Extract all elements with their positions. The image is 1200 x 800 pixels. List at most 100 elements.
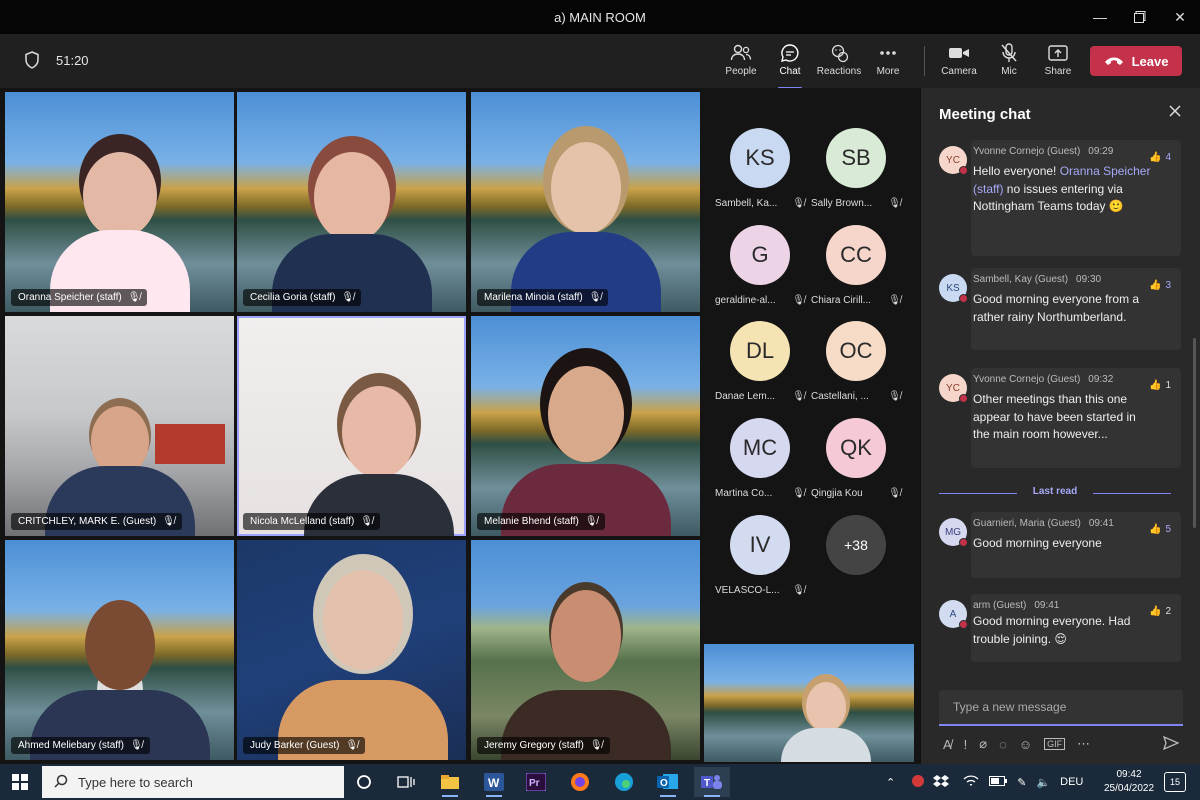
- wifi-icon[interactable]: [963, 774, 979, 790]
- share-label: Share: [1044, 66, 1072, 77]
- cortana-icon[interactable]: [346, 767, 382, 797]
- volume-icon[interactable]: 🔈: [1036, 776, 1050, 789]
- windows-start-icon[interactable]: [12, 774, 28, 795]
- mic-muted-icon: 🎙︎̸: [792, 391, 805, 402]
- roster-participant[interactable]: IV VELASCO-L... 🎙︎̸: [715, 515, 805, 611]
- minimize-icon[interactable]: —: [1080, 0, 1120, 34]
- language-indicator[interactable]: DEU: [1060, 776, 1083, 788]
- camera-button[interactable]: Camera: [931, 42, 987, 84]
- message-compose-box[interactable]: Type a new message: [939, 690, 1183, 726]
- video-tile[interactable]: Judy Barker (Guest) 🎙︎̸: [237, 540, 466, 760]
- roster-participant[interactable]: G geraldine-al... 🎙︎̸: [715, 225, 805, 321]
- chat-button[interactable]: Chat: [762, 42, 818, 89]
- close-icon[interactable]: ✕: [1160, 0, 1200, 34]
- avatar: SB: [826, 128, 886, 188]
- emoji-icon[interactable]: ☺: [1019, 737, 1032, 752]
- participant-name: CRITCHLEY, MARK E. (Guest): [18, 516, 157, 527]
- like-reaction[interactable]: 👍 3: [1149, 280, 1171, 291]
- premiere-icon[interactable]: Pr: [518, 767, 554, 797]
- participant-name: Oranna Speicher (staff): [18, 292, 122, 303]
- attach-icon[interactable]: ⌀: [979, 736, 987, 752]
- self-view[interactable]: [704, 644, 914, 762]
- mic-label: Mic: [1001, 66, 1017, 77]
- roster-participant[interactable]: KS Sambell, Ka... 🎙︎̸: [715, 128, 805, 224]
- svg-text:W: W: [488, 776, 500, 790]
- message-time: 09:32: [1088, 374, 1114, 385]
- taskbar-search[interactable]: Type here to search: [42, 766, 344, 798]
- roster-name: Martina Co...: [715, 488, 773, 499]
- video-tile-speaking[interactable]: Nicola McLelland (staff) 🎙︎̸: [237, 316, 466, 536]
- pen-icon[interactable]: ✎: [1017, 776, 1026, 789]
- task-view-icon[interactable]: [388, 767, 424, 797]
- edge-icon[interactable]: [606, 767, 642, 797]
- video-tile[interactable]: Cecilia Goria (staff) 🎙︎̸: [237, 92, 466, 312]
- battery-icon[interactable]: [989, 775, 1008, 789]
- avatar: CC: [826, 225, 886, 285]
- participant-name-pill: Melanie Bhend (staff) 🎙︎̸: [477, 513, 605, 530]
- more-button[interactable]: More: [860, 42, 916, 84]
- teams-icon[interactable]: T: [694, 767, 730, 797]
- maximize-icon[interactable]: [1120, 0, 1160, 34]
- participant-roster: KS Sambell, Ka... 🎙︎̸ SB Sally Brown... 🎙︎…: [704, 88, 920, 640]
- outlook-icon[interactable]: O: [650, 767, 686, 797]
- word-icon[interactable]: W: [476, 767, 512, 797]
- dropbox-icon[interactable]: [933, 774, 950, 791]
- people-button[interactable]: People: [713, 42, 769, 84]
- video-tile[interactable]: CRITCHLEY, MARK E. (Guest) 🎙︎̸: [5, 316, 234, 536]
- roster-participant[interactable]: DL Danae Lem... 🎙︎̸: [715, 321, 805, 417]
- like-reaction[interactable]: 👍 4: [1149, 152, 1171, 163]
- send-icon[interactable]: [1162, 735, 1180, 753]
- clock-time: 09:42: [1116, 769, 1142, 780]
- like-reaction[interactable]: 👍 5: [1149, 524, 1171, 535]
- chat-scrollbar[interactable]: [1193, 338, 1196, 528]
- participant-figure: [510, 142, 661, 312]
- roster-name: Chiara Cirill...: [811, 295, 872, 306]
- important-icon[interactable]: !: [964, 737, 968, 752]
- video-tile[interactable]: Ahmed Meliebary (staff) 🎙︎̸: [5, 540, 234, 760]
- format-icon[interactable]: A̸: [943, 737, 952, 752]
- meeting-chat-panel: Meeting chat YC Yvonne Cornejo (Guest) 09…: [920, 88, 1200, 764]
- share-button[interactable]: Share: [1030, 42, 1086, 84]
- more-participants-button[interactable]: +38: [811, 515, 901, 611]
- chat-message: MG Guarnieri, Maria (Guest) 09:41 Good mo…: [939, 512, 1181, 578]
- gif-icon[interactable]: GIF: [1044, 738, 1066, 750]
- chat-message: YC Yvonne Cornejo (Guest) 09:32 Other mee…: [939, 368, 1181, 468]
- video-tile[interactable]: Melanie Bhend (staff) 🎙︎̸: [471, 316, 700, 536]
- video-tile[interactable]: Oranna Speicher (staff) 🎙︎̸: [5, 92, 234, 312]
- video-tile[interactable]: Marilena Minoia (staff) 🎙︎̸: [471, 92, 700, 312]
- chat-message: A arm (Guest) 09:41 Good morning everyone…: [939, 594, 1181, 662]
- roster-participant[interactable]: CC Chiara Cirill... 🎙︎̸: [811, 225, 901, 321]
- video-tile[interactable]: Jeremy Gregory (staff) 🎙︎̸: [471, 540, 700, 760]
- more-options-icon[interactable]: ⋯: [1077, 736, 1090, 752]
- title-bar: a) MAIN ROOM — ✕: [0, 0, 1200, 34]
- loop-icon[interactable]: ◌: [999, 737, 1007, 752]
- roster-participant[interactable]: SB Sally Brown... 🎙︎̸: [811, 128, 901, 224]
- notifications-badge[interactable]: 15: [1164, 772, 1186, 792]
- like-reaction[interactable]: 👍 1: [1149, 380, 1171, 391]
- mic-muted-icon: 🎙︎̸: [341, 292, 355, 303]
- participant-name: Melanie Bhend (staff): [484, 516, 579, 527]
- avatar: DL: [730, 321, 790, 381]
- antivirus-icon[interactable]: [911, 774, 925, 791]
- mic-button[interactable]: Mic: [981, 42, 1037, 84]
- leave-button[interactable]: Leave: [1090, 46, 1182, 76]
- chevron-up-icon[interactable]: ⌃: [886, 776, 895, 789]
- roster-participant[interactable]: QK Qingjia Kou 🎙︎̸: [811, 418, 901, 514]
- firefox-icon[interactable]: [562, 767, 598, 797]
- like-reaction[interactable]: 👍 2: [1149, 606, 1171, 617]
- mic-muted-icon: 🎙︎̸: [162, 516, 175, 527]
- roster-participant[interactable]: OC Castellani, ... 🎙︎̸: [811, 321, 901, 417]
- mic-muted-icon: 🎙︎̸: [888, 391, 901, 402]
- close-chat-icon[interactable]: [1168, 104, 1182, 123]
- reactions-button[interactable]: Reactions: [811, 42, 867, 84]
- participant-figure: [271, 152, 432, 312]
- mic-muted-icon: 🎙︎̸: [588, 292, 602, 303]
- file-explorer-icon[interactable]: [432, 767, 468, 797]
- last-read-divider: Last read: [939, 486, 1171, 500]
- more-participants-count: +38: [826, 515, 886, 575]
- last-read-label: Last read: [1032, 486, 1078, 497]
- participant-figure: [500, 366, 671, 536]
- roster-participant[interactable]: MC Martina Co... 🎙︎̸: [715, 418, 805, 514]
- taskbar-clock[interactable]: 09:42 25/04/2022: [1104, 768, 1154, 796]
- roster-name: geraldine-al...: [715, 295, 776, 306]
